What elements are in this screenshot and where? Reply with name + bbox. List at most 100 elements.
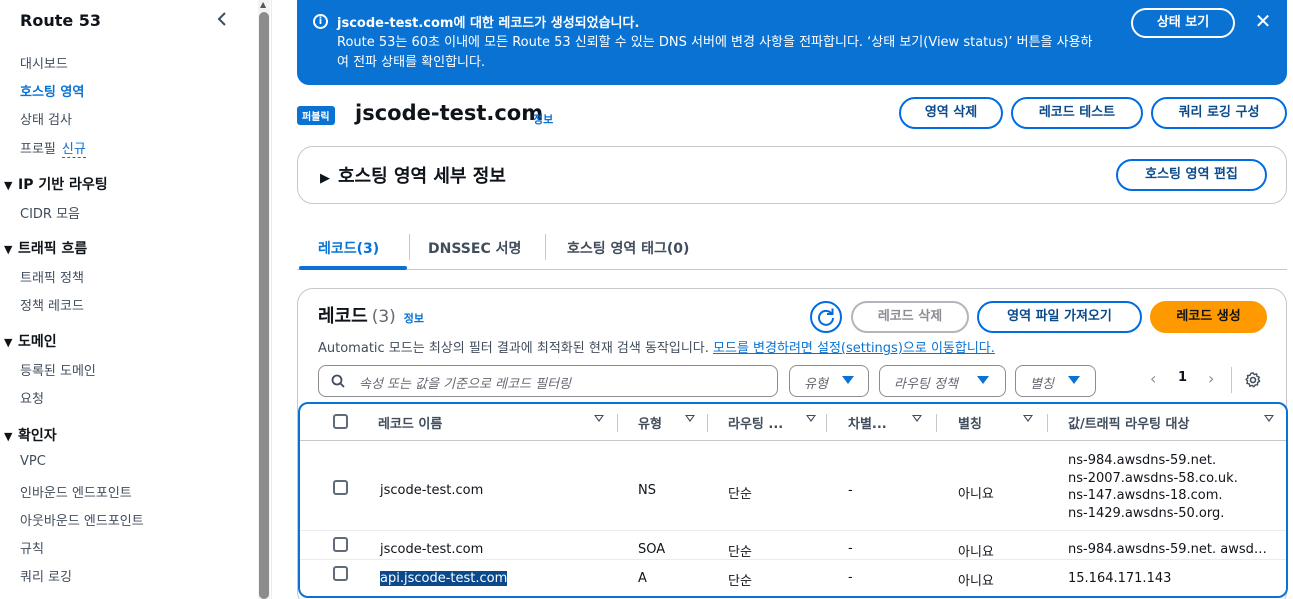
- routing-policy-filter-dropdown[interactable]: 라우팅 정책: [879, 365, 1006, 397]
- sidebar-item-traffic-policies[interactable]: 트래픽 정책: [20, 267, 84, 286]
- info-icon: i: [313, 14, 328, 29]
- hosted-zone-details-card: ▶ 호스팅 영역 세부 정보 호스팅 영역 편집: [297, 146, 1287, 204]
- current-page[interactable]: 1: [1178, 370, 1187, 385]
- sidebar-item-health-checks[interactable]: 상태 검사: [20, 109, 72, 128]
- sidebar-section-domains[interactable]: ▼ 도메인: [4, 331, 57, 351]
- type-filter-dropdown[interactable]: 유형: [789, 365, 869, 397]
- alias: 아니요: [958, 487, 994, 502]
- sidebar-section-ip-routing[interactable]: ▼ IP 기반 라우팅: [4, 174, 108, 194]
- column-separator[interactable]: [1047, 414, 1048, 432]
- sort-icon[interactable]: [806, 415, 816, 422]
- sidebar-item-query-logging[interactable]: 쿼리 로깅: [20, 566, 72, 585]
- search-placeholder: 속성 또는 값을 기준으로 레코드 필터링: [359, 377, 572, 392]
- search-input[interactable]: 속성 또는 값을 기준으로 레코드 필터링: [318, 365, 778, 397]
- sidebar-item-policy-records[interactable]: 정책 레코드: [20, 295, 84, 314]
- column-header-record-name[interactable]: 레코드 이름: [378, 404, 614, 440]
- refresh-button[interactable]: [810, 301, 842, 333]
- caret-down-icon: ▼: [4, 179, 13, 192]
- column-header-type[interactable]: 유형: [638, 404, 708, 440]
- info-link[interactable]: 정보: [533, 111, 553, 127]
- edit-hosted-zone-button[interactable]: 호스팅 영역 편집: [1116, 159, 1267, 191]
- alias: 아니요: [958, 574, 994, 589]
- sidebar-item-requests[interactable]: 요청: [20, 388, 44, 407]
- tab-records[interactable]: 레코드(3): [318, 238, 379, 258]
- section-label: 도메인: [18, 334, 57, 350]
- sidebar-item-outbound-endpoints[interactable]: 아웃바운드 엔드포인트: [20, 510, 144, 529]
- select-all-checkbox[interactable]: [333, 414, 348, 429]
- record-type: A: [638, 571, 647, 586]
- sidebar-item-vpc[interactable]: VPC: [20, 454, 46, 469]
- column-header-value[interactable]: 값/트래픽 라우팅 대상: [1068, 404, 1286, 440]
- delete-zone-button[interactable]: 영역 삭제: [899, 97, 1003, 129]
- column-header-routing-policy[interactable]: 라우팅 ...: [728, 404, 826, 440]
- sidebar-item-profiles[interactable]: 프로필 신규: [20, 138, 86, 158]
- close-icon[interactable]: ✕: [1252, 10, 1274, 32]
- sidebar-item-hosted-zones[interactable]: 호스팅 영역: [20, 81, 84, 100]
- table-header-divider: [300, 440, 1286, 441]
- sidebar-item-dashboard[interactable]: 대시보드: [20, 53, 68, 72]
- row-checkbox[interactable]: [333, 480, 348, 495]
- details-expander[interactable]: ▶ 호스팅 영역 세부 정보: [320, 162, 506, 188]
- section-label: IP 기반 라우팅: [18, 177, 108, 193]
- records-heading: 레코드 (3) 정보: [318, 302, 424, 328]
- record-value: ns-147.awsdns-18.com.: [1068, 488, 1223, 503]
- row-checkbox[interactable]: [333, 566, 348, 581]
- next-page-icon[interactable]: ›: [1208, 369, 1214, 388]
- routing-policy: 단순: [728, 545, 752, 560]
- previous-page-icon[interactable]: ‹: [1150, 369, 1156, 388]
- sort-icon[interactable]: [1023, 415, 1033, 422]
- caret-down-icon: [977, 376, 989, 384]
- row-checkbox[interactable]: [333, 537, 348, 552]
- sidebar-item-cidr[interactable]: CIDR 모음: [20, 203, 80, 222]
- sidebar-item-inbound-endpoints[interactable]: 인바운드 엔드포인트: [20, 482, 132, 501]
- caret-down-icon: ▼: [4, 243, 13, 256]
- scrollbar-thumb[interactable]: [259, 12, 269, 599]
- differentiator: -: [848, 570, 853, 585]
- record-value: ns-984.awsdns-59.net.: [1068, 453, 1217, 468]
- sort-icon[interactable]: [685, 415, 695, 422]
- caret-down-icon: ▼: [4, 336, 13, 349]
- caret-down-icon: [842, 376, 854, 384]
- sort-icon[interactable]: [912, 415, 922, 422]
- column-header-differentiator[interactable]: 차별...: [848, 404, 926, 440]
- tab-separator: [409, 234, 410, 260]
- column-separator[interactable]: [617, 414, 618, 432]
- settings-link[interactable]: 모드를 변경하려면 설정(settings)으로 이동합니다.: [713, 341, 995, 356]
- column-separator[interactable]: [707, 414, 708, 432]
- record-type: SOA: [638, 542, 666, 557]
- column-label: 별칭: [958, 417, 982, 432]
- column-separator[interactable]: [826, 414, 827, 432]
- record-name: jscode-test.com: [380, 483, 484, 498]
- gear-icon[interactable]: [1244, 371, 1262, 389]
- import-zone-file-button[interactable]: 영역 파일 가져오기: [977, 301, 1142, 333]
- records-card: 레코드 (3) 정보 레코드 삭제 영역 파일 가져오기 레코드 생성 Automa…: [297, 288, 1288, 599]
- tab-dnssec[interactable]: DNSSEC 서명: [428, 238, 521, 258]
- sort-icon[interactable]: [594, 415, 604, 422]
- scroll-up-icon[interactable]: ▲: [260, 0, 266, 9]
- sidebar-scrollbar[interactable]: ▲: [258, 0, 270, 599]
- sidebar-section-resolver[interactable]: ▼ 확인자: [4, 425, 57, 445]
- column-header-alias[interactable]: 별칭: [958, 404, 1038, 440]
- column-separator[interactable]: [936, 414, 937, 432]
- view-status-button[interactable]: 상태 보기: [1131, 8, 1235, 38]
- test-record-button[interactable]: 레코드 테스트: [1011, 97, 1143, 129]
- create-record-button[interactable]: 레코드 생성: [1150, 301, 1267, 333]
- record-value: 15.164.171.143: [1068, 571, 1172, 586]
- alias-filter-dropdown[interactable]: 별칭: [1015, 365, 1096, 397]
- column-label: 레코드 이름: [378, 417, 443, 432]
- row-divider: [300, 530, 1286, 531]
- public-badge: 퍼블릭: [297, 106, 335, 125]
- configure-query-logging-button[interactable]: 쿼리 로깅 구성: [1151, 97, 1287, 129]
- dropdown-label: 라우팅 정책: [894, 377, 958, 392]
- chevron-left-icon[interactable]: [214, 10, 232, 28]
- sidebar-item-rules[interactable]: 규칙: [20, 538, 44, 557]
- tab-tags[interactable]: 호스팅 영역 태그(0): [567, 238, 689, 258]
- info-link[interactable]: 정보: [404, 312, 424, 325]
- sidebar-item-registered-domains[interactable]: 등록된 도메인: [20, 360, 96, 379]
- sort-icon[interactable]: [1264, 415, 1274, 422]
- sidebar-section-traffic-flow[interactable]: ▼ 트래픽 흐름: [4, 238, 87, 258]
- record-values: ns-984.awsdns-59.net. ns-2007.awsdns-58.…: [1068, 452, 1238, 522]
- search-mode-description: Automatic 모드는 최상의 필터 결과에 최적화된 현재 검색 동작입니…: [318, 337, 995, 356]
- delete-records-button[interactable]: 레코드 삭제: [851, 301, 969, 333]
- differentiator: -: [848, 483, 853, 498]
